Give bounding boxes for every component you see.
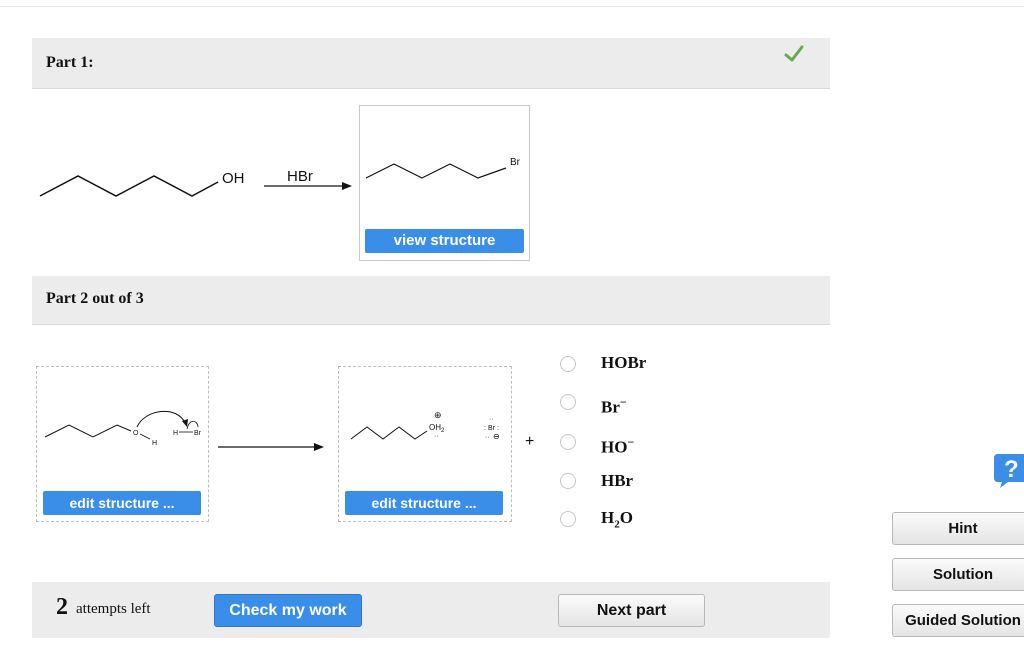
oh-label: OH (222, 170, 245, 187)
svg-text::: : (497, 425, 499, 432)
attempts-count: 2 (56, 594, 68, 620)
option-label-br-minus: Br− (601, 395, 627, 418)
edit-structure-button-left[interactable]: edit structure ... (43, 491, 201, 515)
bromide-charge: ⊖ (493, 432, 500, 441)
oxonium-charge: ⊕ (434, 410, 442, 420)
hint-button[interactable]: Hint (892, 512, 1024, 545)
check-my-work-button[interactable]: Check my work (214, 594, 362, 627)
part1-reaction-arrow: HBr (264, 168, 352, 190)
guided-solution-button[interactable]: Guided Solution (892, 604, 1024, 637)
svg-text:··: ·· (489, 416, 494, 423)
product-mechanism-drawing: ⊕ OH 2 ·· ·· : Br : ·· ⊖ (350, 410, 500, 441)
option-radio-h2o[interactable] (560, 511, 576, 527)
svg-text:··: ·· (485, 434, 490, 441)
plus-sign: + (525, 433, 535, 450)
hbr-bromine-label: Br (194, 430, 202, 437)
option-hobr-text: HOBr (601, 353, 647, 372)
svg-text:O: O (133, 430, 139, 437)
top-divider (0, 6, 1024, 7)
checkmark-icon (784, 45, 804, 62)
reactant-mechanism-drawing: O H H Br (44, 410, 202, 447)
option-br-charge: − (619, 395, 627, 409)
option-radio-hbr[interactable] (560, 473, 576, 489)
attempts-label: attempts left (76, 601, 151, 617)
part2-header: Part 2 out of 3 (32, 276, 830, 325)
bromide-label: Br (488, 425, 496, 432)
product-molecule: Br (365, 157, 521, 179)
question-icon[interactable]: ? (992, 452, 1024, 488)
option-label-h2o: H2O (601, 508, 633, 530)
footer-bar: 2 attempts left Check my work Next part (32, 582, 830, 638)
part1-header: Part 1: (32, 38, 830, 89)
svg-text:··: ·· (434, 433, 439, 440)
option-radio-ho-minus[interactable] (560, 434, 576, 450)
reagent-label: HBr (287, 168, 313, 185)
option-ho-text: HO (601, 437, 628, 457)
option-hbr-text: HBr (601, 471, 634, 490)
option-radio-hobr[interactable] (560, 356, 576, 372)
solution-button[interactable]: Solution (892, 558, 1024, 591)
svg-text::: : (484, 425, 486, 432)
product-structure-box: Br view structure (359, 105, 530, 261)
option-radio-br-minus[interactable] (560, 394, 576, 410)
option-h2o-o: O (619, 508, 633, 527)
next-part-button[interactable]: Next part (558, 594, 705, 627)
product-edit-box: ⊕ OH 2 ·· ·· : Br : ·· ⊖ edit structure … (338, 366, 512, 522)
oh-hydrogen-label: H (152, 440, 157, 447)
reactant-edit-box: O H H Br edit structure ... (36, 366, 209, 522)
part2-title: Part 2 out of 3 (46, 290, 144, 307)
product-br-label: Br (510, 157, 521, 168)
option-ho-charge: − (627, 435, 635, 449)
part2-reaction-arrow (218, 443, 324, 451)
svg-text:?: ? (1004, 456, 1019, 483)
part1-title: Part 1: (46, 54, 94, 71)
option-br-text: Br (601, 397, 620, 417)
view-structure-button[interactable]: view structure (365, 229, 524, 253)
oxonium-label: OH (429, 423, 441, 432)
option-label-hobr: HOBr (601, 353, 646, 373)
option-label-ho-minus: HO− (601, 435, 634, 458)
option-label-hbr: HBr (601, 471, 633, 491)
oxonium-subscript: 2 (441, 428, 445, 434)
hbr-hydrogen-label: H (173, 430, 178, 437)
option-h2o-h: H (601, 508, 615, 527)
edit-structure-button-right[interactable]: edit structure ... (345, 491, 503, 515)
